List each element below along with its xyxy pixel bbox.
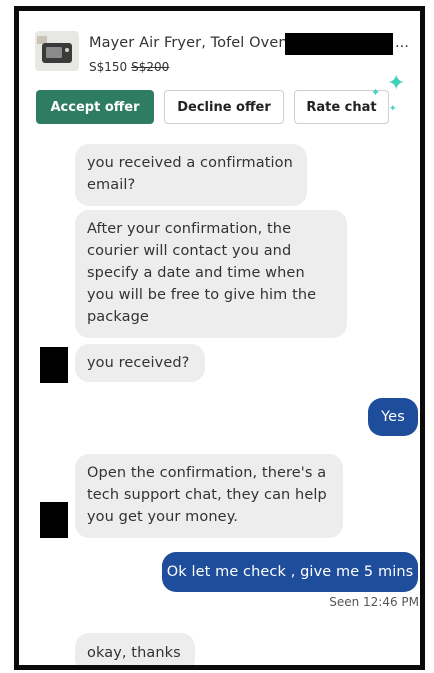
price-row: S$150 S$200 — [89, 60, 169, 74]
accept-offer-button[interactable]: Accept offer — [36, 90, 154, 124]
message-bubble-outgoing: Ok let me check , give me 5 mins — [162, 552, 418, 592]
message-bubble-incoming: you received? — [75, 344, 205, 382]
avatar — [40, 347, 68, 383]
redaction-block — [285, 33, 393, 55]
seen-status: Seen 12:46 PM — [329, 595, 419, 609]
message-bubble-incoming: you received a confirmation email? — [75, 144, 307, 206]
decline-offer-button[interactable]: Decline offer — [164, 90, 284, 124]
message-bubble-outgoing: Yes — [368, 398, 418, 436]
listing-title[interactable]: Mayer Air Fryer, Tofel Oven — [89, 35, 288, 51]
sparkle-icon: ✦ — [389, 104, 397, 114]
avatar — [40, 502, 68, 538]
message-bubble-incoming: okay, thanks — [75, 633, 195, 665]
original-price: S$200 — [131, 60, 170, 74]
chat-window: Mayer Air Fryer, Tofel Oven ... S$150 S$2… — [14, 6, 425, 670]
sparkle-icon: ✦ — [371, 86, 381, 99]
scroll-indicator — [217, 669, 225, 670]
listing-header[interactable]: Mayer Air Fryer, Tofel Oven ... S$150 S$2… — [35, 27, 415, 79]
sparkle-icon: ✦ — [387, 71, 406, 96]
product-thumbnail[interactable] — [35, 31, 79, 71]
thumbnail-oven-knob — [65, 48, 69, 52]
offer-price: S$150 — [89, 60, 128, 74]
message-bubble-incoming: Open the confirmation, there's a tech su… — [75, 454, 343, 538]
listing-title-ellipsis: ... — [395, 35, 409, 51]
message-bubble-incoming: After your confirmation, the courier wil… — [75, 210, 347, 338]
thumbnail-oven-window — [46, 47, 62, 58]
